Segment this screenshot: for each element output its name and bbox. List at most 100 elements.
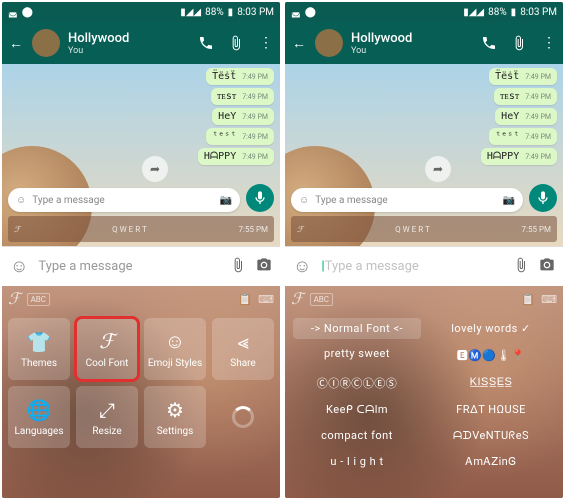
font-option[interactable]: ᎪmᎪᏃᎥnᎶ: [427, 451, 555, 473]
battery-text: 88%: [205, 7, 224, 18]
emoji-button[interactable]: ☺: [293, 256, 311, 277]
font-option[interactable]: pretty sweet: [293, 343, 421, 367]
message-bubble[interactable]: ᴛᴇsᴛ7:49 PM: [494, 88, 557, 105]
font-option[interactable]: Keeᑭ ᑕᗩlm: [293, 399, 421, 421]
chat-area: T̈ëṡẗ7:49 PM ᴛᴇsᴛ7:49 PM HeY7:49 PM ᵗᵉˢᵗ…: [2, 64, 280, 246]
font-list: -> Normal Font <- lovely words ✓ pretty …: [285, 312, 563, 479]
camera-button[interactable]: [539, 257, 555, 277]
themes-button[interactable]: 👕Themes: [8, 318, 70, 380]
clock-text: 8:03 PM: [237, 7, 274, 18]
back-icon[interactable]: ←: [291, 35, 307, 51]
font-option[interactable]: ⒸⒾⓇⒸⓁⒺⓈ: [293, 371, 421, 395]
preview-input[interactable]: ☺ Type a message 📷: [291, 188, 523, 212]
settings-button[interactable]: ⚙Settings: [144, 386, 206, 448]
font-logo-icon[interactable]: ℱ: [8, 289, 21, 309]
avatar[interactable]: [32, 29, 60, 57]
keyboard-preview: ℱ Q W E R T 7:55 PM: [291, 216, 557, 242]
emoji-icon[interactable]: ☺: [299, 195, 309, 206]
font-option[interactable]: K̲I̲S̲S̲E̲S̲: [427, 371, 555, 395]
message-bubble[interactable]: ᵗᵉˢᵗ7:49 PM: [489, 128, 557, 145]
keyboard-panel: ℱ ABC 📋 ⌨ -> Normal Font <- lovely words…: [285, 286, 563, 498]
more-icon[interactable]: ⋮: [541, 35, 557, 51]
font-logo-icon[interactable]: ℱ: [291, 289, 304, 309]
chromecast-icon: ◛: [8, 7, 18, 18]
abc-tab[interactable]: ABC: [27, 293, 50, 306]
clipboard-icon[interactable]: 📋: [238, 293, 252, 306]
status-bar: ◛ ⬤ ▮◢◢ 88% ▮ 8:03 PM: [285, 2, 563, 22]
clock-text: 8:03 PM: [520, 7, 557, 18]
battery-text: 88%: [488, 7, 507, 18]
message-bubble[interactable]: HeY7:49 PM: [495, 108, 557, 125]
tshirt-icon: 👕: [27, 330, 52, 354]
font-option[interactable]: compact font: [293, 425, 421, 447]
globe-icon: 🌐: [27, 398, 52, 422]
clipboard-icon[interactable]: 📋: [521, 293, 535, 306]
preview-input[interactable]: ☺ Type a message 📷: [8, 188, 240, 212]
message-bubble[interactable]: T̈ëṡẗ7:49 PM: [206, 68, 274, 85]
call-icon[interactable]: [198, 35, 214, 51]
font-option[interactable]: u - l i g h t: [293, 451, 421, 473]
battery-icon: ▮: [511, 7, 517, 18]
emojistyles-button[interactable]: ☺Emoji Styles: [144, 318, 206, 380]
languages-button[interactable]: 🌐Languages: [8, 386, 70, 448]
camera-icon[interactable]: 📷: [220, 195, 232, 206]
resize-icon: ⤢: [99, 398, 115, 422]
status-bar: ◛ ⬤ ▮◢◢ 88% ▮ 8:03 PM: [2, 2, 280, 22]
camera-button[interactable]: [256, 257, 272, 277]
message-input[interactable]: |Type a message: [321, 259, 503, 274]
chat-title[interactable]: Hollywood You: [351, 31, 473, 56]
attachment-icon[interactable]: [513, 257, 529, 277]
message-bubble[interactable]: ᴛᴇsᴛ7:49 PM: [211, 88, 274, 105]
message-bubble[interactable]: T̈ëṡẗ7:49 PM: [489, 68, 557, 85]
coolfont-button[interactable]: ℱCool Font: [76, 318, 138, 380]
forward-icon[interactable]: ➦: [142, 156, 168, 182]
options-grid: 👕Themes ℱCool Font ☺Emoji Styles ⪡Share …: [2, 312, 280, 454]
attach-icon[interactable]: [228, 35, 244, 51]
font-option[interactable]: lovely words ✓: [427, 318, 555, 339]
chat-title[interactable]: Hollywood You: [68, 31, 190, 56]
message-bubble[interactable]: HᗩPPY7:49 PM: [198, 148, 274, 165]
emoji-button[interactable]: ☺: [10, 256, 28, 277]
forward-icon[interactable]: ➦: [425, 156, 451, 182]
share-button[interactable]: ⪡Share: [212, 318, 274, 380]
message-input-row: ☺ Type a message: [2, 246, 280, 286]
keyboard-icon[interactable]: ⌨: [541, 293, 557, 306]
signal-icon: ▮◢◢: [180, 7, 201, 18]
attachment-icon[interactable]: [230, 257, 246, 277]
mic-button[interactable]: [246, 184, 274, 212]
font-option[interactable]: ᗩᗪVeNTUᖇeS: [427, 425, 555, 447]
keyboard-icon[interactable]: ⌨: [258, 293, 274, 306]
font-icon: ℱ: [99, 329, 115, 354]
phone-left: ◛ ⬤ ▮◢◢ 88% ▮ 8:03 PM ← Hollywood You ⋮ …: [2, 2, 280, 498]
mic-button[interactable]: [529, 184, 557, 212]
avatar[interactable]: [315, 29, 343, 57]
message-bubble[interactable]: ᵗᵉˢᵗ7:49 PM: [206, 128, 274, 145]
message-input-row: ☺ |Type a message: [285, 246, 563, 286]
font-option[interactable]: FRΔT HΩUSE: [427, 399, 555, 421]
message-input[interactable]: Type a message: [38, 259, 220, 274]
keyboard-panel: ℱ ABC 📋 ⌨ 👕Themes ℱCool Font ☺Emoji Styl…: [2, 286, 280, 498]
emoji-icon[interactable]: ☺: [16, 195, 26, 206]
keyboard-toolbar: ℱ ABC 📋 ⌨: [285, 286, 563, 312]
keyboard-toolbar: ℱ ABC 📋 ⌨: [2, 286, 280, 312]
chat-area: T̈ëṡẗ7:49 PM ᴛᴇsᴛ7:49 PM HeY7:49 PM ᵗᵉˢᵗ…: [285, 64, 563, 246]
font-option[interactable]: 🅴Ⓜ️🔵🌡📍: [427, 343, 555, 367]
message-bubble[interactable]: HᗩPPY7:49 PM: [481, 148, 557, 165]
chat-header: ← Hollywood You ⋮: [2, 22, 280, 64]
font-option[interactable]: -> Normal Font <-: [293, 318, 421, 339]
abc-tab[interactable]: ABC: [310, 293, 333, 306]
signal-icon: ▮◢◢: [463, 7, 484, 18]
share-icon: ⪡: [237, 330, 248, 354]
camera-icon[interactable]: 📷: [503, 195, 515, 206]
back-icon[interactable]: ←: [8, 35, 24, 51]
call-icon[interactable]: [481, 35, 497, 51]
keyboard-preview: ℱ Q W E R T 7:55 PM: [8, 216, 274, 242]
chromecast-icon: ◛: [291, 7, 301, 18]
resize-button[interactable]: ⤢Resize: [76, 386, 138, 448]
attach-icon[interactable]: [511, 35, 527, 51]
chat-header: ← Hollywood You ⋮: [285, 22, 563, 64]
more-icon[interactable]: ⋮: [258, 35, 274, 51]
loading-spinner: [212, 386, 274, 448]
message-bubble[interactable]: HeY7:49 PM: [212, 108, 274, 125]
app-icon: ⬤: [22, 7, 33, 18]
